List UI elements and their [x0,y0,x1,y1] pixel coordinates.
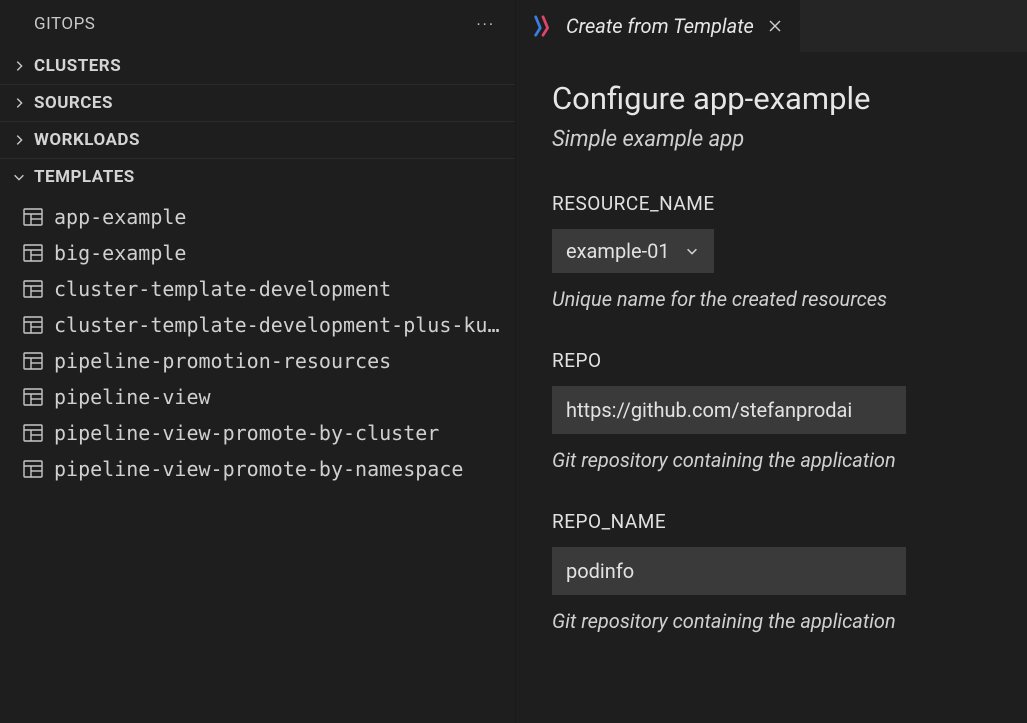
section-label: SOURCES [34,93,113,113]
tab-bar: Create from Template [516,0,1027,52]
section-sources: SOURCES [0,85,515,122]
template-item-label: pipeline-view-promote-by-namespace [54,457,463,481]
section-header-templates[interactable]: TEMPLATES [0,159,515,195]
repo-input[interactable] [552,386,906,434]
template-item-label: big-example [54,241,186,265]
field-help: Unique name for the created resources [552,287,991,311]
template-item-label: pipeline-view [54,385,211,409]
template-item[interactable]: pipeline-view-promote-by-namespace [0,451,515,487]
sidebar: GITOPS ··· CLUSTERS SOURCES WORKLOADS [0,0,516,723]
chevron-right-icon [10,57,28,75]
page-subtitle: Simple example app [552,127,991,152]
template-item[interactable]: cluster-template-development [0,271,515,307]
chevron-right-icon [10,94,28,112]
field-repo: REPO Git repository containing the appli… [552,349,991,472]
templates-list: app-example big-example cluster-template-d… [0,195,515,497]
repo-name-input[interactable] [552,547,906,595]
template-item[interactable]: pipeline-view [0,379,515,415]
page-title: Configure app-example [552,80,991,117]
section-header-clusters[interactable]: CLUSTERS [0,48,515,84]
section-header-sources[interactable]: SOURCES [0,85,515,121]
template-icon [22,422,44,444]
field-label: RESOURCE_NAME [552,192,991,215]
template-item[interactable]: pipeline-view-promote-by-cluster [0,415,515,451]
section-header-workloads[interactable]: WORKLOADS [0,122,515,158]
field-help: Git repository containing the applicatio… [552,448,991,472]
field-help: Git repository containing the applicatio… [552,609,991,633]
tab-create-from-template[interactable]: Create from Template [516,0,800,52]
chevron-down-icon [684,243,700,259]
template-item-label: pipeline-view-promote-by-cluster [54,421,439,445]
section-label: WORKLOADS [34,130,140,150]
template-icon [22,458,44,480]
panel: Create from Template Configure app-examp… [516,0,1027,723]
template-item-label: pipeline-promotion-resources [54,349,391,373]
template-item[interactable]: big-example [0,235,515,271]
sidebar-title: GITOPS [34,14,95,34]
section-clusters: CLUSTERS [0,48,515,85]
template-item[interactable]: pipeline-promotion-resources [0,343,515,379]
more-icon[interactable]: ··· [476,15,495,34]
template-icon [22,386,44,408]
template-item-label: cluster-template-development [54,277,391,301]
template-item[interactable]: app-example [0,199,515,235]
chevron-right-icon [10,131,28,149]
template-icon [22,242,44,264]
tab-title: Create from Template [566,14,754,38]
template-icon [22,278,44,300]
section-workloads: WORKLOADS [0,122,515,159]
resource-name-select[interactable]: example-01 [552,229,714,273]
template-icon [22,206,44,228]
section-label: CLUSTERS [34,56,121,76]
section-label: TEMPLATES [34,167,135,187]
template-icon [22,314,44,336]
field-repo-name: REPO_NAME Git repository containing the … [552,510,991,633]
field-label: REPO [552,349,991,372]
field-resource-name: RESOURCE_NAME example-01 Unique name for… [552,192,991,311]
template-item[interactable]: cluster-template-development-plus-kub… [0,307,515,343]
chevron-down-icon [10,168,28,186]
close-icon[interactable] [766,17,784,35]
template-item-label: cluster-template-development-plus-kub… [54,313,505,337]
template-item-label: app-example [54,205,186,229]
section-templates: TEMPLATES app-example big-example cluster-… [0,159,515,497]
panel-content: Configure app-example Simple example app… [516,52,1027,699]
sidebar-header: GITOPS ··· [0,0,515,48]
weave-logo-icon [532,15,554,37]
field-label: REPO_NAME [552,510,991,533]
template-icon [22,350,44,372]
select-value: example-01 [566,239,670,263]
